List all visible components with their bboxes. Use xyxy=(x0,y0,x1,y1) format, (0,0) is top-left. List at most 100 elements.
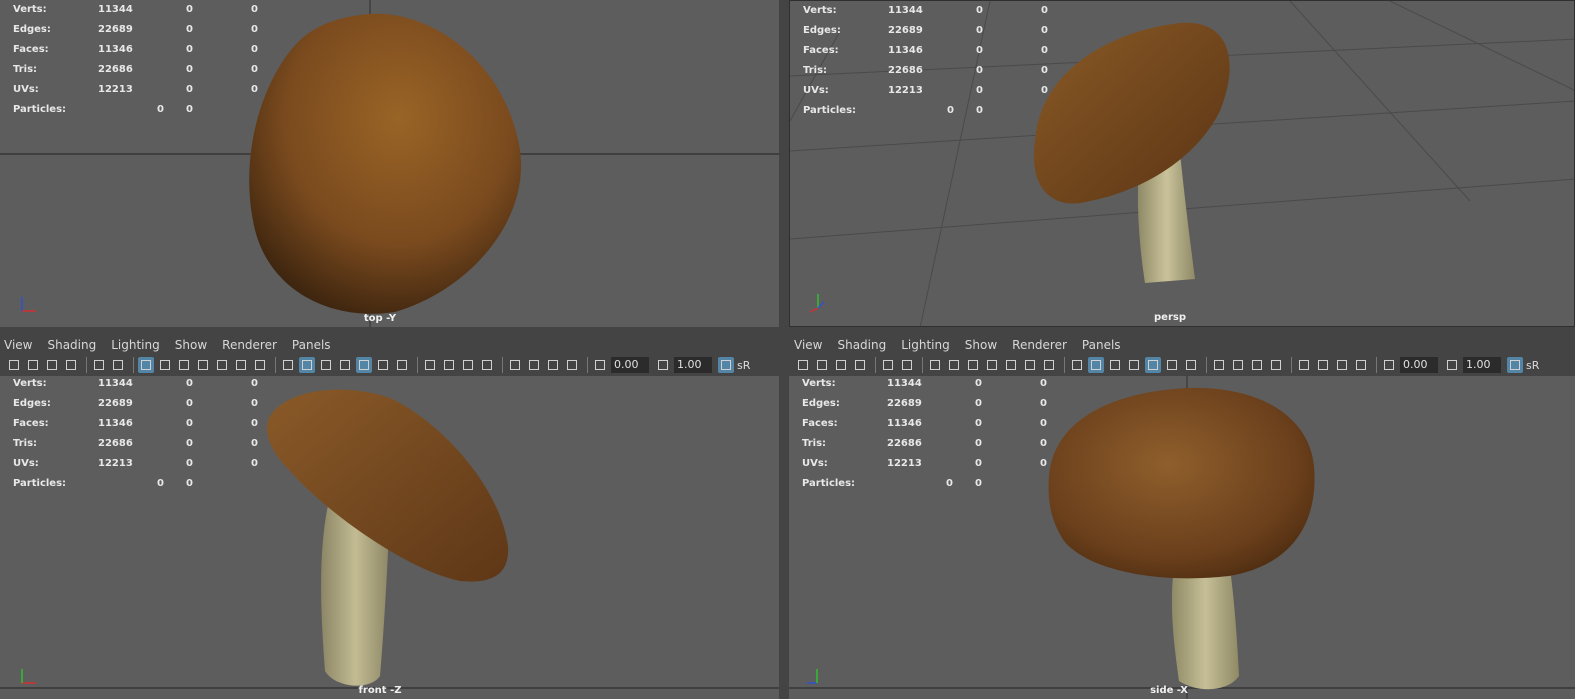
wireframe-on-shaded-icon[interactable] xyxy=(1126,357,1142,373)
menu-renderer[interactable]: Renderer xyxy=(1012,338,1067,352)
2d-pan-zoom-icon[interactable] xyxy=(91,357,107,373)
wireframe-on-shaded-icon[interactable] xyxy=(337,357,353,373)
camera-attributes-icon[interactable] xyxy=(814,357,830,373)
menu-panels[interactable]: Panels xyxy=(1082,338,1121,352)
camera-icon[interactable] xyxy=(6,357,22,373)
isolate-icon[interactable] xyxy=(507,357,523,373)
panel-menu-bar-side: View Shading Lighting Show Renderer Pane… xyxy=(789,335,1575,355)
panel-menu-bar-front: View Shading Lighting Show Renderer Pane… xyxy=(0,335,779,355)
camera-icon[interactable] xyxy=(795,357,811,373)
viewport-top[interactable]: Verts: 11344 0 0 Edges: 22689 0 0 Faces: 11346 0… xyxy=(0,0,779,327)
panel-toolbar-side: 0.00 1.00 sR xyxy=(789,354,1575,376)
film-gate-icon[interactable] xyxy=(946,357,962,373)
grid-icon[interactable] xyxy=(138,357,154,373)
viewport-front[interactable]: Verts: 11344 0 0 Edges: 22689 0 0 Faces: 11346 0… xyxy=(0,376,779,699)
safe-title-icon[interactable] xyxy=(252,357,268,373)
shadows-icon[interactable] xyxy=(1183,357,1199,373)
menu-panels[interactable]: Panels xyxy=(292,338,331,352)
isolate-icon[interactable] xyxy=(1296,357,1312,373)
screen-space-ao-icon[interactable] xyxy=(1211,357,1227,373)
menu-shading[interactable]: Shading xyxy=(837,338,886,352)
toolbar-separator xyxy=(86,357,87,373)
field-chart-icon[interactable] xyxy=(214,357,230,373)
default-material-icon[interactable] xyxy=(1107,357,1123,373)
screen-space-ao-icon[interactable] xyxy=(422,357,438,373)
anti-aliasing-icon[interactable] xyxy=(460,357,476,373)
smooth-shade-icon[interactable] xyxy=(1088,357,1104,373)
exposure-field[interactable]: 0.00 xyxy=(611,357,649,373)
xray-active-components-icon[interactable] xyxy=(1334,357,1350,373)
camera-name-side: side -X xyxy=(1150,685,1188,696)
menu-show[interactable]: Show xyxy=(965,338,997,352)
smooth-shade-icon[interactable] xyxy=(299,357,315,373)
toolbar-separator xyxy=(1206,357,1207,373)
xray-icon[interactable] xyxy=(1315,357,1331,373)
menu-shading[interactable]: Shading xyxy=(47,338,96,352)
resolution-gate-icon[interactable] xyxy=(965,357,981,373)
viewport-persp[interactable]: Verts: 11344 0 0 Edges: 22689 0 0 Faces: 11346 0… xyxy=(789,0,1575,327)
wireframe-icon[interactable] xyxy=(280,357,296,373)
safe-action-icon[interactable] xyxy=(233,357,249,373)
gamma-field[interactable]: 1.00 xyxy=(1463,357,1501,373)
motion-blur-icon[interactable] xyxy=(1230,357,1246,373)
toolbar-separator xyxy=(133,357,134,373)
depth-of-field-icon[interactable] xyxy=(479,357,495,373)
toolbar-separator xyxy=(922,357,923,373)
menu-lighting[interactable]: Lighting xyxy=(901,338,950,352)
safe-title-icon[interactable] xyxy=(1041,357,1057,373)
mushroom-cap-top xyxy=(249,13,522,314)
toolbar-separator xyxy=(875,357,876,373)
camera-attributes-icon[interactable] xyxy=(25,357,41,373)
textured-icon[interactable] xyxy=(1145,357,1161,373)
textured-icon[interactable] xyxy=(356,357,372,373)
viewport-splitter-horizontal[interactable] xyxy=(0,327,1575,335)
2d-pan-zoom-icon[interactable] xyxy=(880,357,896,373)
menu-view[interactable]: View xyxy=(4,338,32,352)
mushroom-stem-side xyxy=(1171,561,1239,690)
grease-pencil-icon[interactable] xyxy=(899,357,915,373)
grease-pencil-icon[interactable] xyxy=(110,357,126,373)
xray-joints-icon[interactable] xyxy=(564,357,580,373)
gate-mask-icon[interactable] xyxy=(195,357,211,373)
grid-icon[interactable] xyxy=(927,357,943,373)
colorspace-icon[interactable] xyxy=(718,357,734,373)
gate-mask-icon[interactable] xyxy=(984,357,1000,373)
exposure-field[interactable]: 0.00 xyxy=(1400,357,1438,373)
bookmark-icon[interactable] xyxy=(833,357,849,373)
xray-joints-icon[interactable] xyxy=(1353,357,1369,373)
mushroom-cap-persp xyxy=(1033,22,1230,204)
viewport-side[interactable]: Verts: 11344 0 0 Edges: 22689 0 0 Faces: 11346 0… xyxy=(789,376,1575,699)
safe-action-icon[interactable] xyxy=(1022,357,1038,373)
gamma-field[interactable]: 1.00 xyxy=(674,357,712,373)
panel-toolbar-front: 0.00 1.00 sR xyxy=(0,354,779,376)
wireframe-icon[interactable] xyxy=(1069,357,1085,373)
colorspace-icon[interactable] xyxy=(1507,357,1523,373)
xray-icon[interactable] xyxy=(526,357,542,373)
resolution-gate-icon[interactable] xyxy=(176,357,192,373)
menu-renderer[interactable]: Renderer xyxy=(222,338,277,352)
image-plane-icon[interactable] xyxy=(63,357,79,373)
menu-view[interactable]: View xyxy=(794,338,822,352)
menu-lighting[interactable]: Lighting xyxy=(111,338,160,352)
bookmark-icon[interactable] xyxy=(44,357,60,373)
anti-aliasing-icon[interactable] xyxy=(1249,357,1265,373)
gamma-icon[interactable] xyxy=(655,357,671,373)
colorspace-label[interactable]: sR xyxy=(737,359,750,372)
gamma-icon[interactable] xyxy=(1444,357,1460,373)
film-gate-icon[interactable] xyxy=(157,357,173,373)
default-material-icon[interactable] xyxy=(318,357,334,373)
field-chart-icon[interactable] xyxy=(1003,357,1019,373)
exposure-icon[interactable] xyxy=(592,357,608,373)
menu-show[interactable]: Show xyxy=(175,338,207,352)
motion-blur-icon[interactable] xyxy=(441,357,457,373)
xray-active-components-icon[interactable] xyxy=(545,357,561,373)
lights-icon[interactable] xyxy=(375,357,391,373)
lights-icon[interactable] xyxy=(1164,357,1180,373)
shadows-icon[interactable] xyxy=(394,357,410,373)
image-plane-icon[interactable] xyxy=(852,357,868,373)
colorspace-label[interactable]: sR xyxy=(1526,359,1539,372)
exposure-icon[interactable] xyxy=(1381,357,1397,373)
mushroom-cap-side xyxy=(1048,387,1315,579)
viewport-splitter-vertical[interactable] xyxy=(779,0,789,699)
depth-of-field-icon[interactable] xyxy=(1268,357,1284,373)
